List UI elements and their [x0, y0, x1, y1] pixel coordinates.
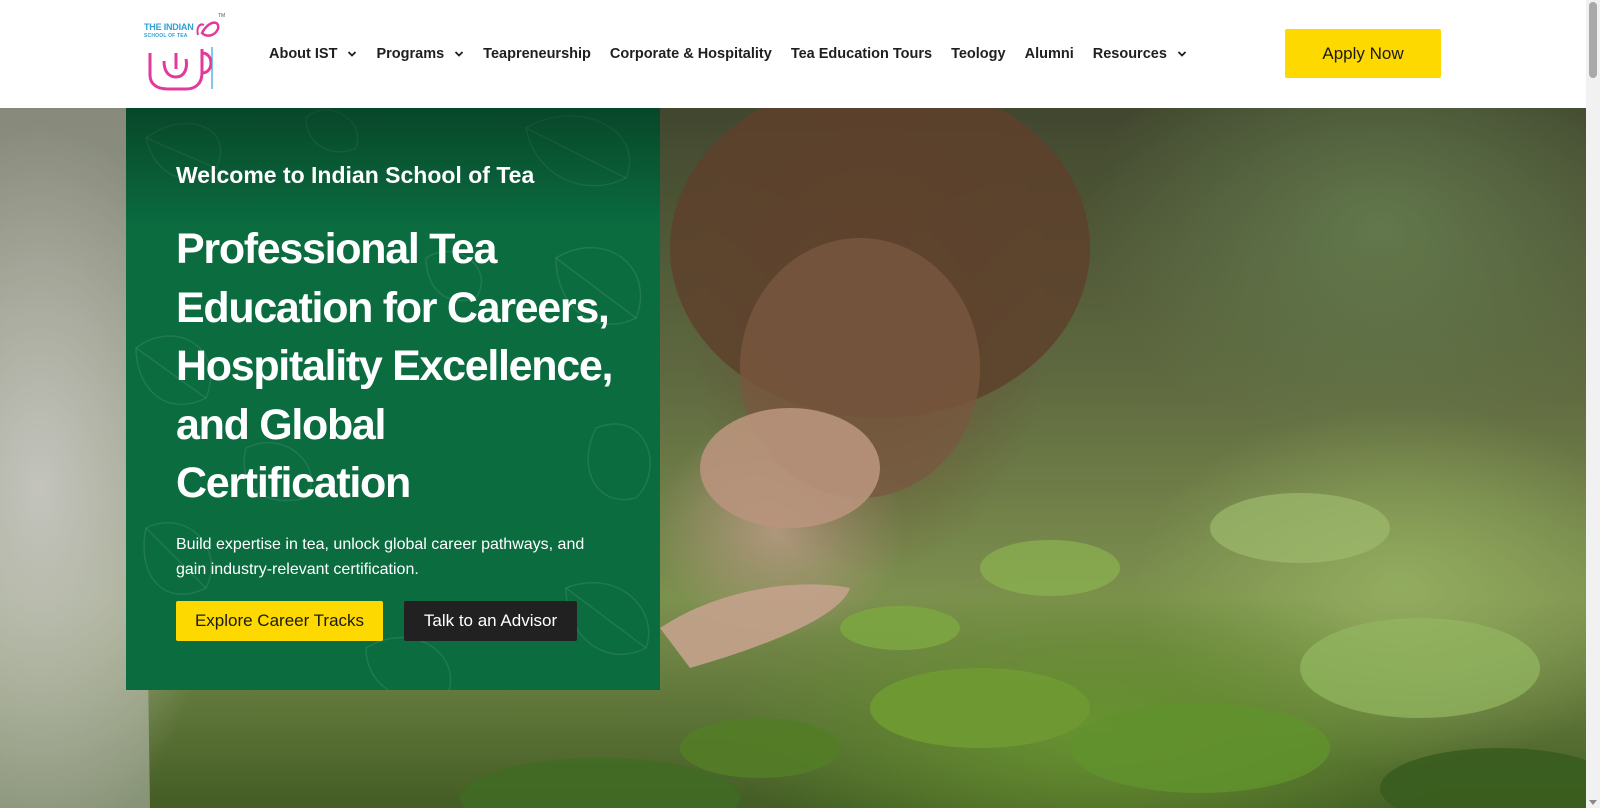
site-header: THE INDIAN SCHOOL OF TEA TM About IST Pr…: [0, 0, 1586, 108]
logo-line1: THE INDIAN: [144, 22, 194, 32]
nav-tea-education-tours[interactable]: Tea Education Tours: [791, 46, 932, 62]
nav-label: Tea Education Tours: [790, 46, 933, 62]
apply-now-button[interactable]: Apply Now: [1285, 29, 1441, 78]
nav-label: About IST: [269, 46, 338, 62]
hero-subtext: Build expertise in tea, unlock global ca…: [176, 536, 585, 578]
nav-corporate-hospitality[interactable]: Corporate & Hospitality: [610, 46, 772, 62]
nav-teology[interactable]: Teology: [951, 46, 1006, 62]
hero-section: Welcome to Indian School of Tea Professi…: [0, 108, 1586, 808]
scroll-down-arrow-icon[interactable]: [1589, 800, 1597, 805]
nav-label: Teology: [951, 46, 1006, 62]
nav-label: Teapreneurship: [483, 46, 591, 62]
talk-to-advisor-button[interactable]: Talk to an Advisor: [404, 601, 577, 641]
hero-welcome: Welcome to Indian School of Tea: [176, 162, 535, 188]
main-nav: About IST Programs Teapreneurship Corpor…: [269, 0, 1206, 108]
scrollbar-thumb[interactable]: [1589, 2, 1597, 78]
nav-label: Alumni: [1024, 46, 1074, 62]
logo-wordmark: THE INDIAN SCHOOL OF TEA: [144, 23, 204, 39]
nav-alumni[interactable]: Alumni: [1025, 46, 1074, 62]
nav-label: Resources: [1092, 46, 1167, 62]
nav-about-ist[interactable]: About IST: [269, 46, 357, 62]
nav-programs[interactable]: Programs: [376, 46, 464, 62]
logo[interactable]: THE INDIAN SCHOOL OF TEA TM: [142, 13, 230, 95]
chevron-down-icon: [348, 51, 357, 57]
logo-trademark: TM: [218, 13, 226, 19]
hero-headline: Professional Tea Education for Careers, …: [176, 225, 613, 507]
hero-card: Welcome to Indian School of Tea Professi…: [126, 108, 660, 690]
nav-label: Corporate & Hospitality: [609, 46, 772, 62]
explore-career-tracks-button[interactable]: Explore Career Tracks: [176, 601, 383, 641]
logo-line2: SCHOOL OF TEA: [144, 33, 188, 39]
page-scrollbar[interactable]: [1586, 0, 1600, 808]
nav-resources[interactable]: Resources: [1093, 46, 1187, 62]
nav-teapreneurship[interactable]: Teapreneurship: [483, 46, 591, 62]
nav-label: Programs: [376, 46, 445, 62]
chevron-down-icon: [455, 51, 464, 57]
chevron-down-icon: [1177, 51, 1187, 57]
